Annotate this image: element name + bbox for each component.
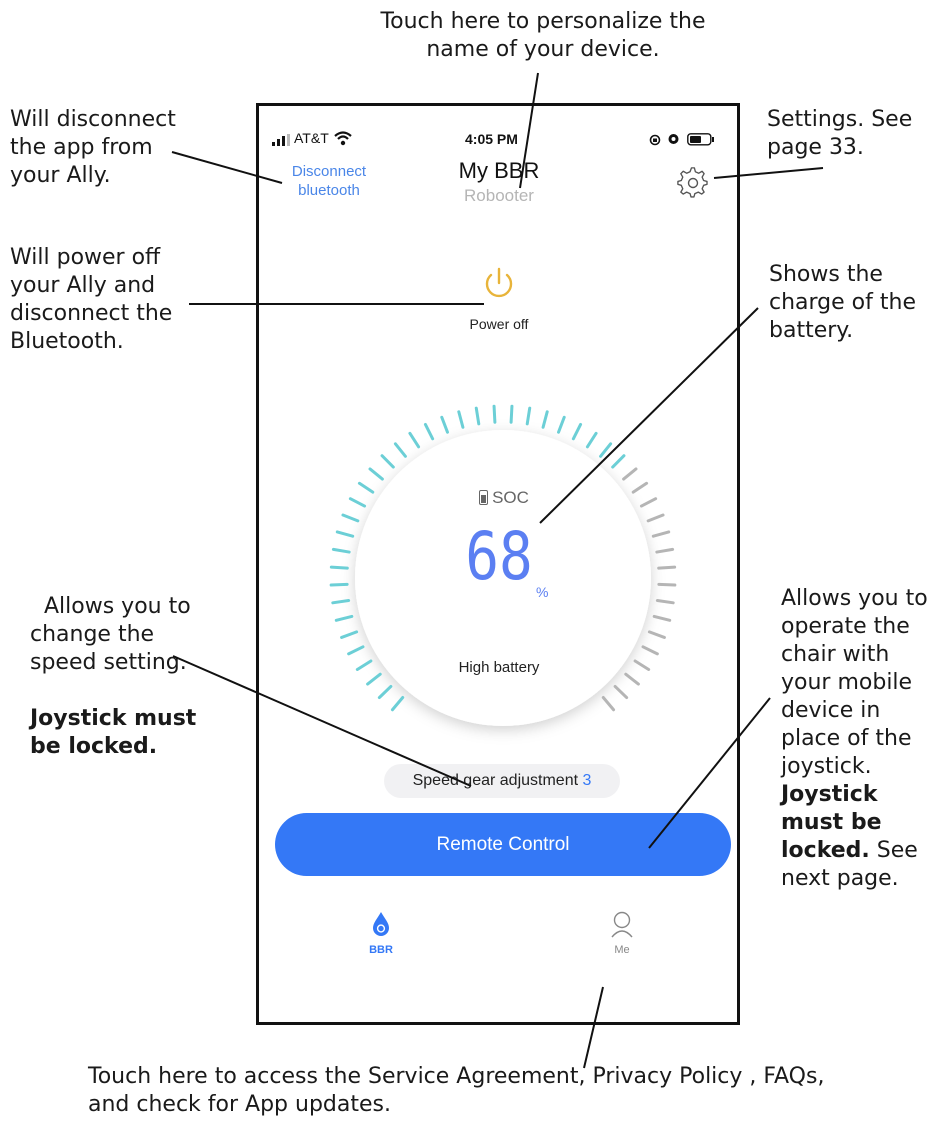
gauge-tick (492, 404, 497, 424)
gauge-tick (341, 513, 360, 523)
tab-bbr[interactable]: BBR (351, 911, 411, 967)
callout-disconnect: Will disconnect the app from your Ally. (10, 107, 176, 188)
gauge-tick (622, 467, 638, 481)
gauge-tick (655, 547, 675, 554)
status-time: 4:05 PM (465, 131, 518, 147)
speed-gear-value: 3 (582, 772, 592, 789)
rotation-lock-icon (649, 133, 661, 146)
gauge-tick (348, 497, 367, 508)
gauge-tick (355, 659, 373, 671)
gauge-tick (599, 442, 613, 458)
gauge-tick (509, 404, 514, 424)
disconnect-bluetooth-button[interactable]: Disconnect bluetooth (279, 162, 379, 200)
battery-small-icon (479, 490, 489, 505)
callout-remote-text: Allows you to operate the chair with you… (781, 586, 928, 779)
remote-control-label: Remote Control (436, 834, 570, 855)
person-icon (611, 911, 633, 938)
callout-settings: Settings. See page 33. (767, 107, 913, 160)
gauge-tick (647, 630, 666, 639)
gauge-tick (368, 467, 384, 481)
speed-gear-label: Speed gear adjustment (412, 772, 579, 789)
gauge-tick (657, 565, 677, 570)
gauge-tick (366, 672, 382, 686)
gauge-tick (408, 431, 421, 449)
power-off-button[interactable]: Power off (449, 264, 549, 339)
tab-bbr-label: BBR (369, 944, 393, 956)
gauge-tick (646, 513, 665, 523)
battery-status-text: High battery (458, 659, 540, 676)
tab-me-label: Me (614, 944, 630, 956)
phone-screen: AT&T 4:05 PM Disconnect bluetooth My BBR… (256, 103, 740, 1025)
gauge-tick (390, 696, 405, 712)
gauge-tick (611, 454, 626, 469)
callout-me-tab: Touch here to access the Service Agreeme… (88, 1064, 825, 1117)
settings-button[interactable] (676, 166, 710, 200)
gauge-tick (380, 454, 395, 469)
alarm-icon (667, 132, 680, 145)
signal-icon (272, 133, 292, 146)
gauge-tick (585, 431, 598, 449)
gauge-tick (377, 684, 393, 700)
gauge-tick (651, 530, 671, 538)
gauge-tick (423, 422, 435, 441)
device-model: Robooter (464, 186, 534, 205)
gauge-tick (557, 415, 566, 434)
battery-status-icon (687, 133, 715, 146)
device-name[interactable]: My BBR (389, 158, 609, 184)
gauge-tick (457, 410, 465, 429)
gauge-tick (631, 481, 649, 494)
gauge-tick (641, 645, 659, 656)
gauge-tick (335, 530, 355, 538)
callout-speed: Allows you to change the speed setting. … (30, 565, 196, 789)
callout-remote: Allows you to operate the chair with you… (781, 529, 928, 893)
callout-rename-device: Touch here to personalize the name of yo… (380, 9, 706, 62)
gauge-tick (334, 614, 354, 622)
gauge-tick (541, 410, 549, 429)
gauge-tick (347, 645, 365, 656)
disconnect-label-line1: Disconnect (291, 163, 367, 180)
gauge-tick (657, 582, 677, 587)
power-off-label: Power off (469, 316, 529, 332)
callout-battery: Shows the charge of the battery. (769, 262, 916, 343)
gauge-tick (601, 696, 616, 712)
gauge-tick (329, 582, 349, 587)
soc-value: 68 (465, 518, 533, 595)
gauge-tick (652, 614, 672, 622)
gauge-tick (393, 442, 407, 458)
gauge-tick (624, 672, 640, 686)
soc-header: SOC (459, 488, 549, 508)
soc-label: SOC (492, 488, 529, 507)
callout-speed-text: Allows you to change the speed setting. (30, 594, 191, 675)
speed-gear-pill[interactable]: Speed gear adjustment 3 (384, 764, 620, 798)
gauge-tick (357, 481, 375, 494)
gauge-tick (633, 659, 651, 671)
callout-power: Will power off your Ally and disconnect … (10, 245, 173, 354)
gauge-tick (525, 406, 532, 426)
drop-icon (373, 912, 389, 936)
power-icon (485, 267, 513, 298)
gauge-tick (331, 547, 351, 554)
gauge-tick (329, 565, 349, 570)
gauge-tick (474, 406, 481, 426)
disconnect-label-line2: bluetooth (298, 182, 360, 199)
callout-remote-bold: Joystick must be locked. (781, 782, 882, 863)
gauge-tick (331, 599, 351, 605)
gauge-tick (440, 415, 449, 434)
gauge-tick (613, 684, 629, 700)
gauge-tick (571, 422, 583, 441)
wifi-icon (333, 130, 353, 146)
gauge-tick (655, 599, 675, 605)
carrier-label: AT&T (294, 130, 329, 146)
callout-speed-bold: Joystick must be locked. (30, 706, 197, 759)
tab-me[interactable]: Me (592, 911, 652, 967)
soc-unit: % (536, 584, 549, 600)
gauge-tick (340, 630, 359, 639)
remote-control-button[interactable]: Remote Control (275, 813, 731, 876)
gear-icon (677, 167, 708, 198)
gauge-tick (639, 497, 658, 508)
